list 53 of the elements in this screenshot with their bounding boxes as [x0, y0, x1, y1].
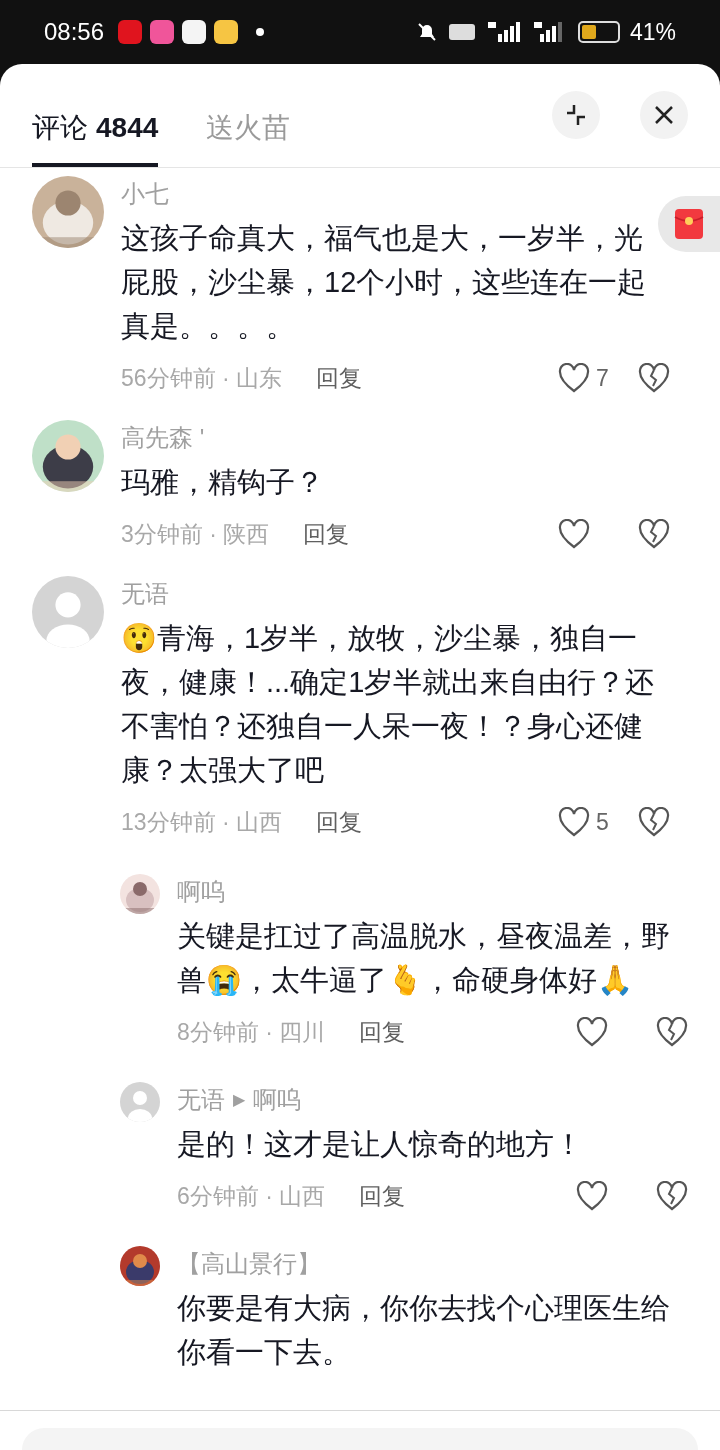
broken-heart-icon[interactable]	[656, 1181, 688, 1211]
collapse-icon	[564, 103, 588, 127]
avatar-icon	[120, 1082, 160, 1122]
mute-bell-icon	[415, 21, 438, 43]
comment-meta: 8分钟前 · 四川	[177, 1017, 326, 1047]
envelope-icon	[674, 208, 704, 240]
close-button[interactable]	[640, 91, 688, 139]
reply-link[interactable]: 回复	[316, 804, 363, 840]
reply-link[interactable]: 回复	[303, 516, 350, 552]
reply-link[interactable]: 回复	[359, 1014, 406, 1050]
comment-tab[interactable]: 送火苗	[206, 107, 291, 167]
user-name[interactable]: 啊呜	[253, 1082, 301, 1118]
clock: 08:56	[44, 17, 105, 47]
comment-text: 你要是有大病，你你去找个心理医生给你看一下去。	[177, 1291, 671, 1370]
battery-percent: 41%	[629, 17, 676, 47]
reply-link[interactable]: 回复	[359, 1178, 406, 1214]
battery-icon	[577, 21, 620, 43]
comment-meta: 3分钟前 · 陕西	[121, 519, 270, 549]
user-name[interactable]: 高先森 '	[121, 420, 205, 456]
user-name[interactable]: 小七	[121, 176, 169, 212]
heart-icon[interactable]	[558, 807, 590, 837]
comment-tab[interactable]: 评论 4844	[32, 107, 159, 167]
comment-text: 是的！这才是让人惊奇的地方！	[177, 1127, 584, 1162]
comment-meta: 13分钟前 · 山西	[121, 807, 283, 837]
hd-icon	[447, 22, 476, 42]
comment-text: 😲青海，1岁半，放牧，沙尘暴，独自一夜，健康！...确定1岁半就出来自由行？还不害怕？还独自一人呆一夜！？身心还健康？太强大了吧	[121, 621, 656, 788]
triangle-icon: ▶	[233, 1082, 245, 1118]
comment-text: 玛雅，精钩子？	[121, 465, 325, 500]
signal-icon	[485, 20, 522, 44]
reply-link[interactable]: 回复	[316, 360, 363, 396]
comment-text: 这孩子命真大，福气也是大，一岁半，光屁股，沙尘暴，12个小时，这些连在一起真是。。。。	[121, 221, 648, 344]
heart-icon[interactable]	[558, 519, 590, 549]
app-icon	[150, 20, 175, 44]
comment-meta: 6分钟前 · 山西	[177, 1181, 326, 1211]
heart-icon[interactable]	[576, 1181, 608, 1211]
comment-text: 关键是扛过了高温脱水，昼夜温差，野兽😭，太牛逼了🫰，命硬身体好🙏	[177, 919, 671, 998]
user-name[interactable]: 无语	[121, 576, 169, 612]
envelope-button[interactable]	[658, 196, 720, 252]
broken-heart-icon[interactable]	[638, 363, 670, 393]
broken-heart-icon[interactable]	[656, 1017, 688, 1047]
heart-icon[interactable]	[576, 1017, 608, 1047]
like-count: 5	[596, 807, 609, 837]
broken-heart-icon[interactable]	[638, 807, 670, 837]
heart-icon[interactable]	[558, 363, 590, 393]
like-count: 7	[596, 363, 609, 393]
close-icon	[653, 104, 675, 126]
broken-heart-icon[interactable]	[638, 519, 670, 549]
user-name[interactable]: 【高山景行】	[177, 1246, 321, 1282]
signal-icon	[531, 20, 564, 44]
user-name[interactable]: 啊呜	[177, 874, 225, 910]
user-name[interactable]: 无语	[177, 1082, 225, 1118]
collapse-button[interactable]	[552, 91, 600, 139]
comment-meta: 56分钟前 · 山东	[121, 363, 283, 393]
